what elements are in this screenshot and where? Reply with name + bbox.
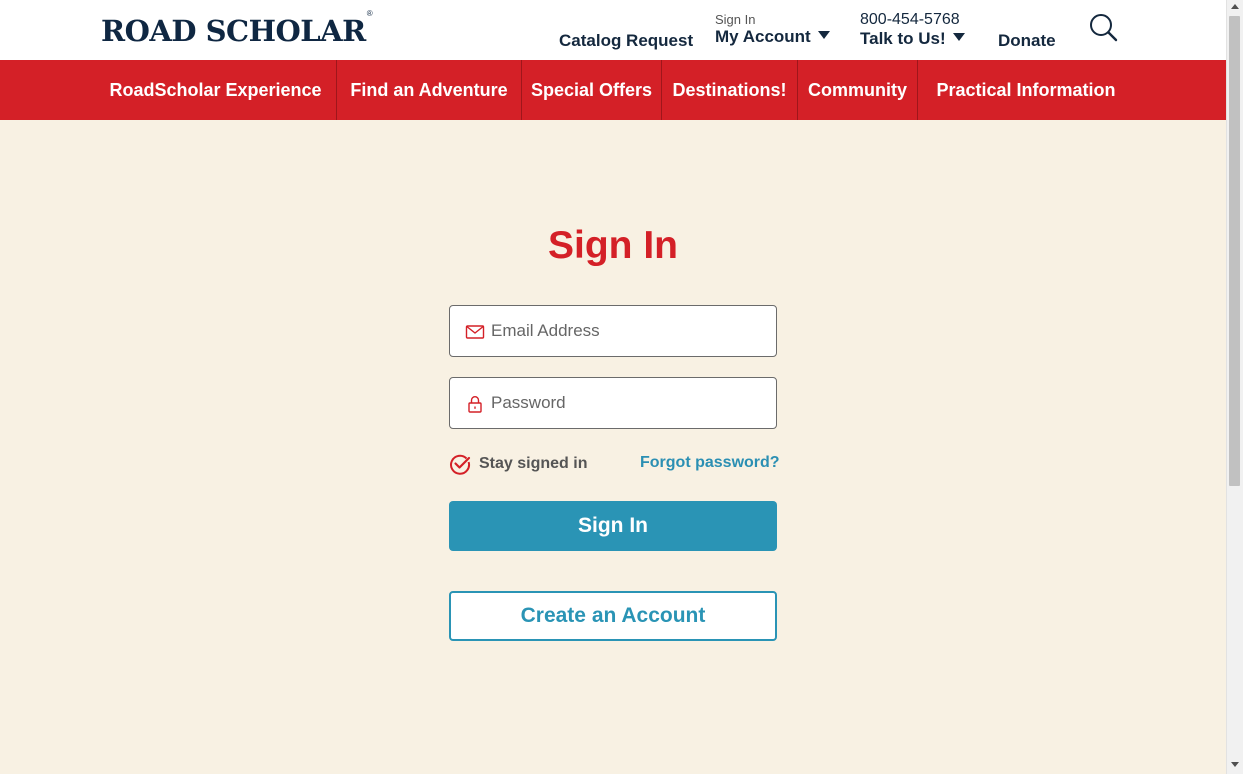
chevron-down-icon — [952, 33, 965, 41]
sign-in-small-label: Sign In — [715, 12, 756, 27]
phone-number: 800-454-5768 — [860, 11, 960, 28]
envelope-icon — [465, 325, 485, 339]
talk-to-us-label: Talk to Us! — [860, 29, 946, 48]
logo-text: ROAD SCHOLAR — [101, 14, 366, 48]
site-header: ROAD SCHOLAR® Catalog Request Sign In My… — [0, 0, 1226, 60]
stay-signed-in-label: Stay signed in — [479, 455, 588, 472]
page-title: Sign In — [548, 224, 678, 267]
create-account-button[interactable]: Create an Account — [449, 591, 777, 641]
search-button[interactable] — [1088, 12, 1118, 42]
main-nav: RoadScholar Experience Find an Adventure… — [0, 60, 1226, 120]
talk-to-us-menu[interactable]: 800-454-5768 Talk to Us! — [860, 11, 965, 49]
sign-in-button[interactable]: Sign In — [449, 501, 777, 551]
forgot-password-link[interactable]: Forgot password? — [640, 454, 780, 472]
checkmark-circle-icon — [450, 454, 471, 475]
scroll-up-arrow-icon[interactable] — [1231, 4, 1239, 9]
donate-link[interactable]: Donate — [998, 31, 1056, 51]
catalog-request-link[interactable]: Catalog Request — [559, 31, 693, 51]
my-account-label: My Account — [715, 27, 811, 46]
my-account-menu[interactable]: Sign In My Account — [715, 13, 830, 47]
chevron-down-icon — [817, 31, 830, 39]
nav-item-community[interactable]: Community — [798, 60, 917, 120]
nav-item-destinations[interactable]: Destinations! — [662, 60, 797, 120]
registered-mark: ® — [366, 9, 373, 19]
road-scholar-logo[interactable]: ROAD SCHOLAR® — [101, 9, 373, 48]
nav-item-practical-information[interactable]: Practical Information — [918, 60, 1134, 120]
search-icon — [1090, 14, 1118, 42]
email-field[interactable] — [449, 305, 777, 357]
scroll-down-arrow-icon[interactable] — [1231, 762, 1239, 767]
donate-label: Donate — [998, 31, 1056, 50]
email-input[interactable] — [491, 306, 771, 356]
scrollbar-thumb[interactable] — [1229, 16, 1240, 486]
nav-item-roadscholar-experience[interactable]: RoadScholar Experience — [95, 60, 336, 120]
nav-item-special-offers[interactable]: Special Offers — [522, 60, 661, 120]
password-input[interactable] — [491, 378, 771, 428]
password-field[interactable] — [449, 377, 777, 429]
lock-icon — [468, 396, 482, 413]
stay-signed-in-checkbox[interactable]: Stay signed in — [449, 452, 587, 476]
nav-item-find-an-adventure[interactable]: Find an Adventure — [337, 60, 521, 120]
catalog-request-label: Catalog Request — [559, 31, 694, 50]
